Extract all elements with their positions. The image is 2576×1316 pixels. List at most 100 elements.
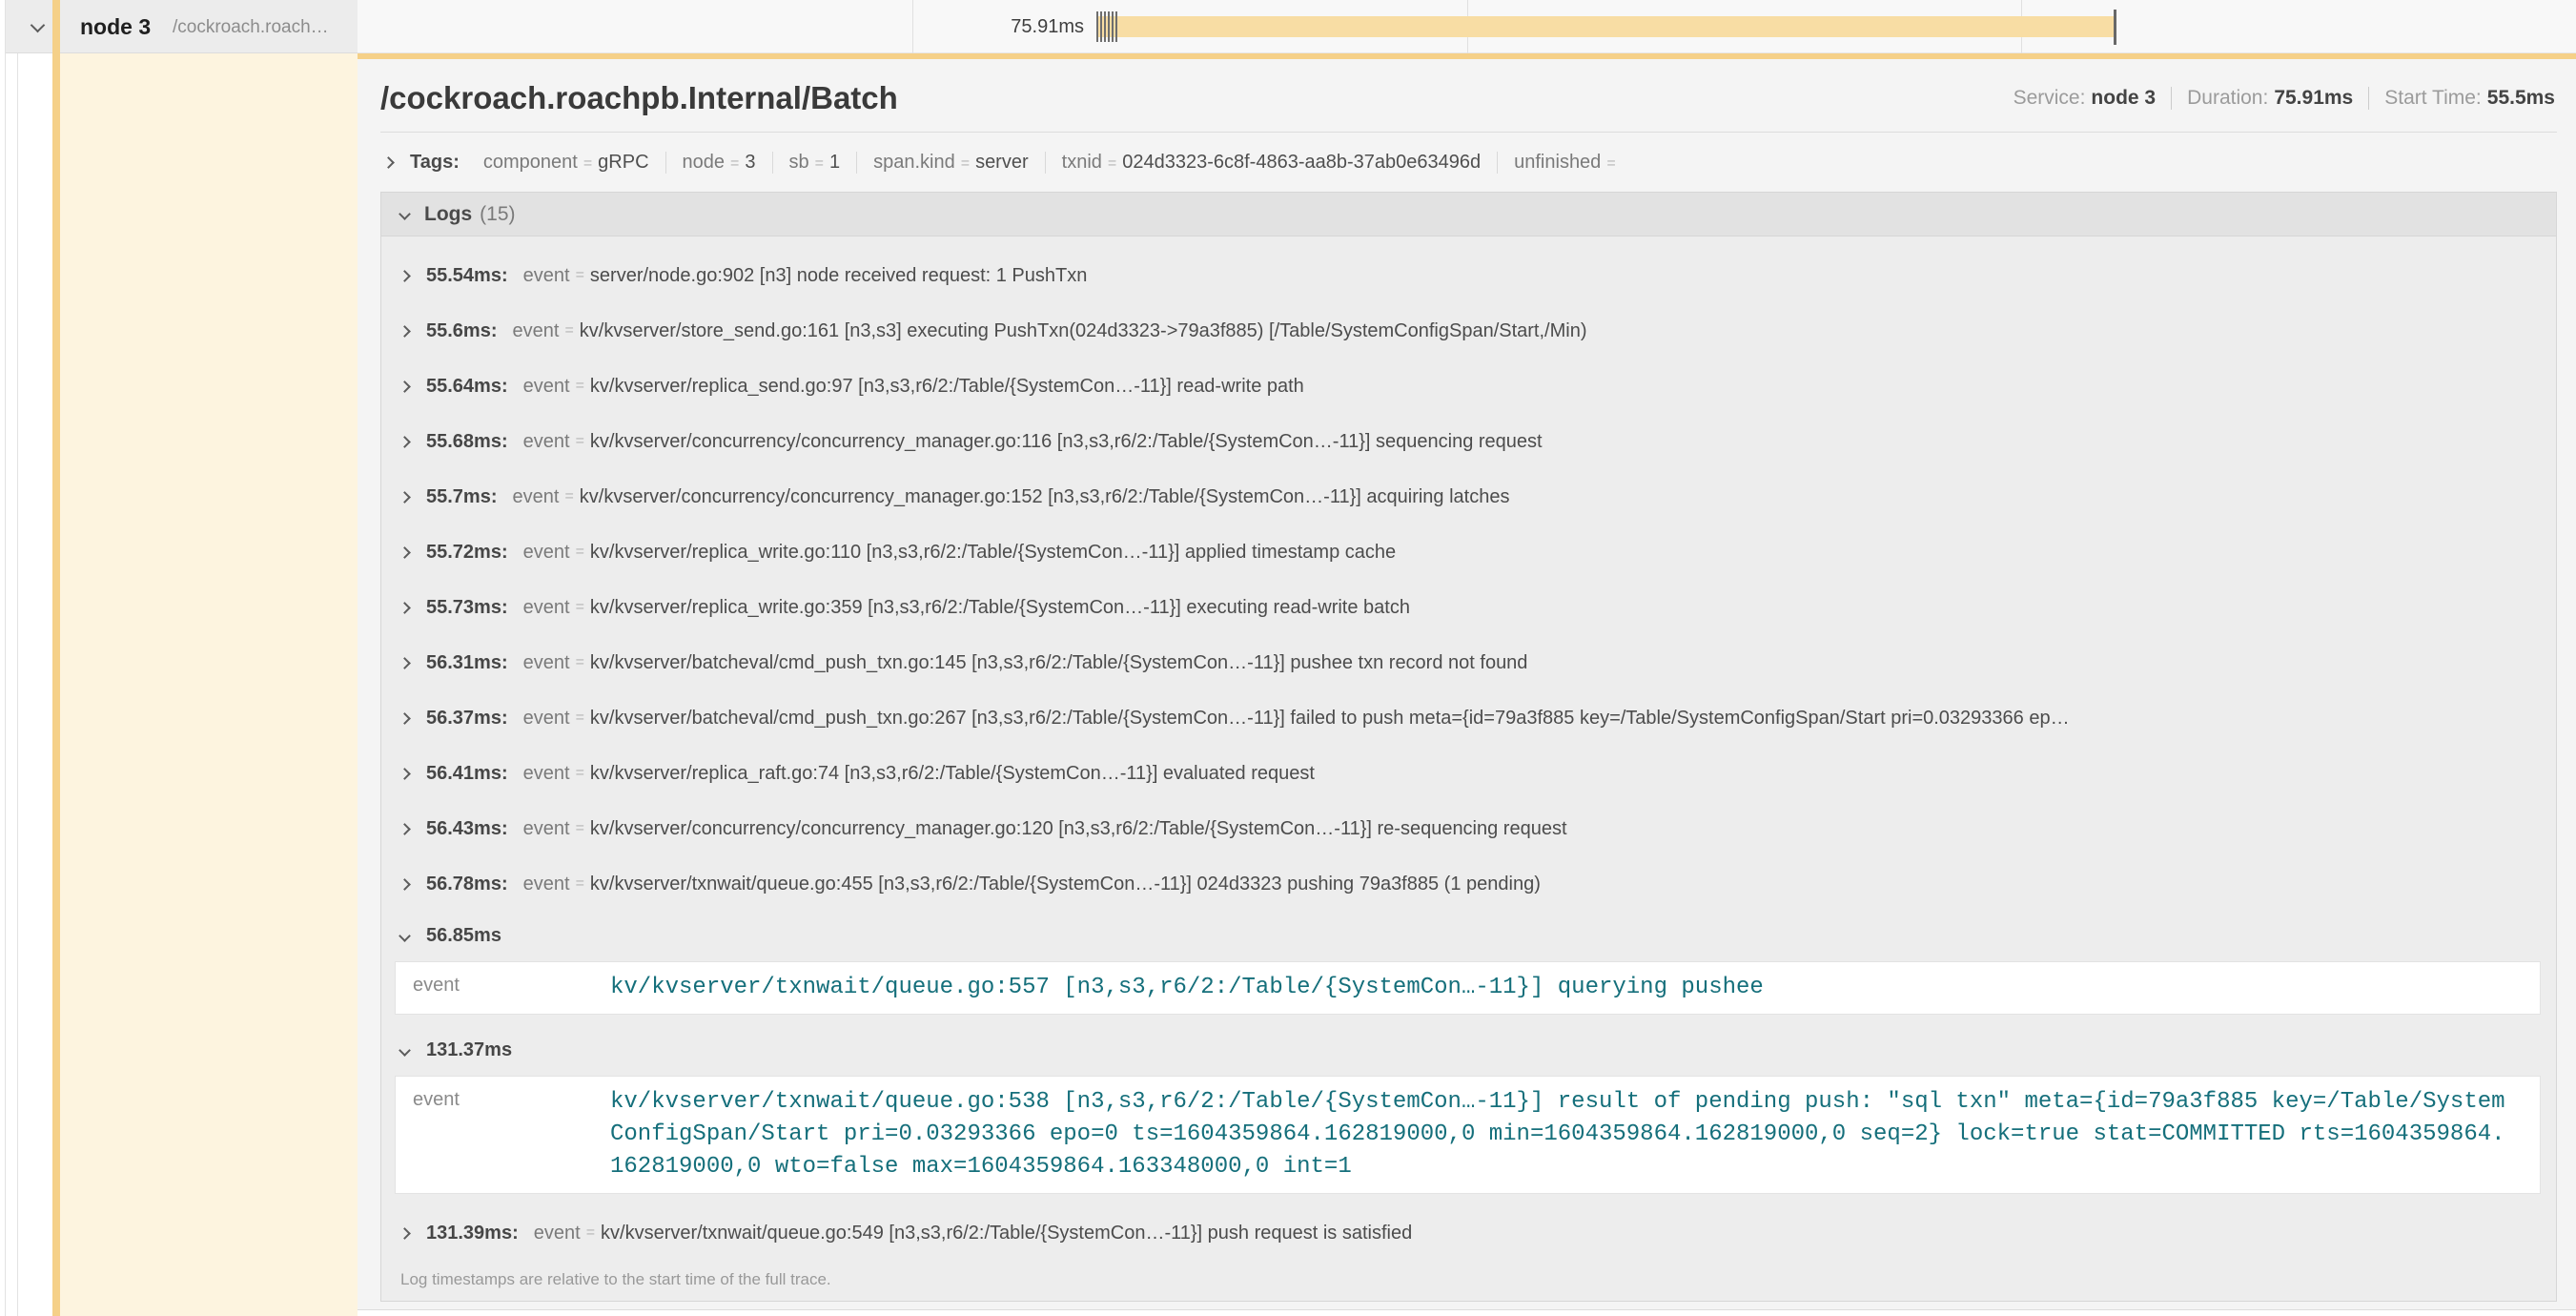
tag-value: 3	[745, 152, 755, 173]
chevron-right-icon[interactable]	[399, 436, 411, 448]
log-row[interactable]: 55.73ms: event = kv/kvserver/replica_wri…	[381, 580, 2556, 635]
span-operation-name[interactable]: /cockroach.roach…	[173, 0, 329, 55]
log-field-value: kv/kvserver/concurrency/concurrency_mana…	[590, 818, 1567, 840]
chevron-right-icon[interactable]	[399, 325, 411, 338]
span-title: /cockroach.roachpb.Internal/Batch	[380, 80, 898, 116]
log-row-expanded[interactable]: 131.37ms	[381, 1026, 2556, 1074]
log-field-key: event	[523, 763, 570, 785]
chevron-right-icon[interactable]	[399, 712, 411, 725]
chevron-right-icon[interactable]	[399, 546, 411, 559]
log-row-expanded[interactable]: 56.85ms	[381, 912, 2556, 959]
log-timestamp: 55.68ms:	[426, 431, 508, 453]
log-field-key: event	[523, 376, 570, 398]
span-duration-label: 75.91ms	[358, 0, 1084, 53]
tag-node[interactable]: node=3	[665, 152, 772, 174]
meta-service-label: Service:	[2014, 87, 2086, 109]
log-field-value: kv/kvserver/txnwait/queue.go:455 [n3,s3,…	[590, 874, 1541, 895]
log-row[interactable]: 56.37ms: event = kv/kvserver/batcheval/c…	[381, 690, 2556, 746]
meta-service: Service:node 3	[1998, 87, 2172, 110]
chevron-down-icon[interactable]	[399, 208, 411, 220]
meta-duration-value: 75.91ms	[2274, 87, 2353, 109]
log-field-value: kv/kvserver/batcheval/cmd_push_txn.go:14…	[590, 652, 1528, 674]
log-row[interactable]: 56.43ms: event = kv/kvserver/concurrency…	[381, 801, 2556, 856]
tags-row[interactable]: Tags: component=gRPC node=3 sb=1 span.ki…	[380, 142, 2557, 182]
tag-value: server	[975, 152, 1029, 173]
chevron-right-icon[interactable]	[399, 491, 411, 504]
log-field-key: event	[523, 542, 570, 564]
log-field-value: kv/kvserver/replica_write.go:359 [n3,s3,…	[590, 597, 1410, 619]
log-timestamp: 55.64ms:	[426, 376, 508, 398]
log-row[interactable]: 56.41ms: event = kv/kvserver/replica_raf…	[381, 746, 2556, 801]
log-row[interactable]: 55.68ms: event = kv/kvserver/concurrency…	[381, 414, 2556, 469]
tag-key: txnid	[1062, 152, 1102, 173]
log-row[interactable]: 55.6ms: event = kv/kvserver/store_send.g…	[381, 303, 2556, 359]
log-marker-tick	[1100, 11, 1102, 42]
tag-txnid[interactable]: txnid=024d3323-6c8f-4863-aa8b-37ab0e6349…	[1045, 152, 1497, 174]
chevron-right-icon[interactable]	[399, 657, 411, 669]
log-timestamp: 55.72ms:	[426, 542, 508, 564]
log-row[interactable]: 55.64ms: event = kv/kvserver/replica_sen…	[381, 359, 2556, 414]
log-timestamp: 55.73ms:	[426, 597, 508, 619]
tag-key: unfinished	[1514, 152, 1601, 173]
log-marker-tick	[1115, 11, 1117, 42]
tags-label[interactable]: Tags:	[410, 152, 460, 174]
span-row[interactable]: node 3 /cockroach.roach… 75.91ms	[6, 0, 2576, 53]
log-timestamp: 55.6ms:	[426, 320, 498, 342]
chevron-down-icon[interactable]	[399, 930, 411, 942]
log-row[interactable]: 55.7ms: event = kv/kvserver/concurrency/…	[381, 469, 2556, 524]
log-field-value: kv/kvserver/concurrency/concurrency_mana…	[590, 431, 1543, 453]
meta-duration: Duration:75.91ms	[2171, 87, 2368, 110]
header-divider	[380, 132, 2557, 133]
logs-footer-note: Log timestamps are relative to the start…	[381, 1261, 2556, 1301]
chevron-down-icon[interactable]	[399, 1044, 411, 1057]
equals-sign: =	[815, 155, 824, 172]
log-row[interactable]: 56.31ms: event = kv/kvserver/batcheval/c…	[381, 635, 2556, 690]
log-field-key: event	[513, 486, 560, 508]
chevron-right-icon[interactable]	[399, 380, 411, 393]
chevron-right-icon[interactable]	[399, 270, 411, 282]
log-field-key: event	[523, 431, 570, 453]
log-row[interactable]: 131.39ms: event = kv/kvserver/txnwait/qu…	[381, 1205, 2556, 1261]
chevron-right-icon[interactable]	[399, 602, 411, 614]
log-marker-tick	[1104, 11, 1106, 42]
log-row[interactable]: 55.72ms: event = kv/kvserver/replica_wri…	[381, 524, 2556, 580]
log-timestamp: 55.54ms:	[426, 265, 508, 287]
logs-count: (15)	[480, 203, 515, 226]
meta-start-time-label: Start Time:	[2384, 87, 2482, 109]
span-timeline[interactable]: 75.91ms	[358, 0, 2576, 53]
chevron-right-icon[interactable]	[399, 1227, 411, 1240]
equals-sign: =	[961, 155, 970, 172]
chevron-right-icon[interactable]	[399, 768, 411, 780]
log-timestamp: 131.37ms	[426, 1039, 512, 1061]
tag-component[interactable]: component=gRPC	[467, 152, 665, 174]
equals-sign: =	[586, 1224, 595, 1242]
log-field-key: event	[396, 972, 610, 1004]
meta-service-value: node 3	[2091, 87, 2156, 109]
equals-sign: =	[576, 267, 584, 284]
tag-key: sb	[789, 152, 809, 173]
logs-header[interactable]: Logs (15)	[381, 193, 2556, 236]
chevron-right-icon[interactable]	[382, 156, 395, 169]
span-duration-bar[interactable]	[1096, 16, 2114, 37]
trace-timeline-view: node 3 /cockroach.roach… 75.91ms /cockro…	[0, 0, 2576, 1316]
chevron-right-icon[interactable]	[399, 878, 411, 891]
span-service-name[interactable]: node 3	[80, 0, 151, 53]
equals-sign: =	[576, 765, 584, 782]
log-row[interactable]: 55.54ms: event = server/node.go:902 [n3]…	[381, 248, 2556, 303]
tag-span-kind[interactable]: span.kind=server	[856, 152, 1045, 174]
tag-key: component	[483, 152, 578, 173]
log-field-value: server/node.go:902 [n3] node received re…	[590, 265, 1087, 287]
equals-sign: =	[576, 875, 584, 893]
log-field-value: kv/kvserver/txnwait/queue.go:549 [n3,s3,…	[601, 1223, 1412, 1244]
gutter-divider	[17, 0, 18, 1316]
log-field-value: kv/kvserver/batcheval/cmd_push_txn.go:26…	[590, 708, 2070, 730]
log-timestamp: 56.78ms:	[426, 874, 508, 895]
tag-sb[interactable]: sb=1	[772, 152, 857, 174]
equals-sign: =	[576, 599, 584, 616]
chevron-down-icon[interactable]	[31, 18, 46, 33]
tag-unfinished[interactable]: unfinished=	[1497, 152, 1638, 174]
log-field-key: event	[396, 1086, 610, 1183]
log-row[interactable]: 56.78ms: event = kv/kvserver/txnwait/que…	[381, 856, 2556, 912]
chevron-right-icon[interactable]	[399, 823, 411, 835]
equals-sign: =	[730, 155, 739, 172]
